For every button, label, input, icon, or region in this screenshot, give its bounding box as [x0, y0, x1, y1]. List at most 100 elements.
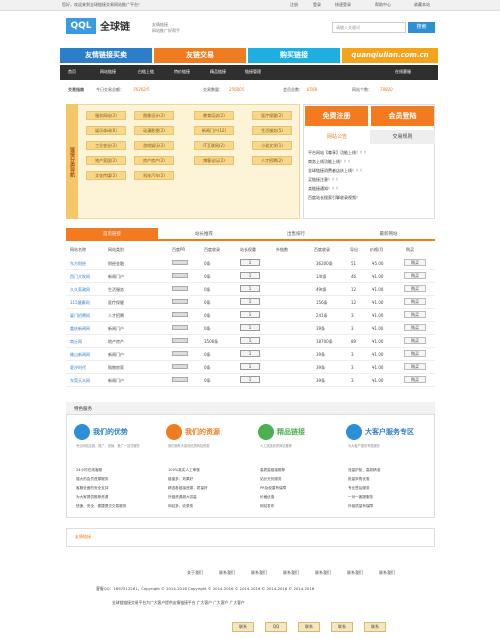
footer-link[interactable]: 联系我们 [315, 570, 331, 576]
logo-brand[interactable]: 全球链 [100, 18, 130, 33]
site-name-link[interactable]: 重庆新闻网 [70, 326, 90, 332]
footer-badge[interactable]: QQ [265, 622, 287, 632]
footer-link[interactable]: 关于我们 [187, 570, 203, 576]
announcement-item[interactable]: 平台网站【尊享】功能上线！！！ [308, 150, 432, 156]
footer-badge[interactable]: 联系 [298, 622, 320, 632]
tab-sale-rank[interactable]: 出售排行 [250, 228, 342, 241]
service-item: 为大家提供推荐资源 [76, 495, 109, 499]
login-link[interactable]: 登录 [313, 2, 321, 8]
logo-mark[interactable]: QQL [66, 18, 96, 34]
col-weight: 站长权重 [240, 247, 256, 252]
tab-newest[interactable]: 最新网站 [342, 228, 435, 241]
site-name-link[interactable]: 久久家政网 [70, 287, 90, 293]
table-row: 商丘网 地产房产 3506条 1 18700条 89 ¥1.00 购买 [66, 335, 435, 348]
search-button[interactable]: 搜索 [408, 22, 435, 33]
site-name-link[interactable]: 厦门招聘网 [70, 313, 90, 319]
banner-purchase[interactable]: 购买链接 [248, 48, 340, 63]
quick-login-link[interactable]: 快速登录 [335, 2, 351, 8]
buy-button[interactable]: 购买 [404, 337, 426, 344]
announcement-item[interactable]: 全球链接消费者店庆上线！！！ [308, 168, 432, 174]
category-tag[interactable]: 图像设计(2) [134, 111, 174, 120]
weight-badge: 1 [240, 272, 260, 279]
category-tag[interactable]: 医疗保健(2) [252, 111, 292, 120]
buy-button[interactable]: 购买 [404, 311, 426, 318]
favorite-link[interactable]: 收藏本站 [414, 2, 430, 8]
help-link[interactable]: 帮助中心 [375, 2, 391, 8]
footer-link[interactable]: 联系我们 [379, 570, 395, 576]
footer-link[interactable]: 联系我们 [251, 570, 267, 576]
nav-link-manage[interactable]: 链接管理 [245, 69, 261, 75]
category-tag[interactable]: 人才招聘(2) [252, 156, 292, 165]
announcement-item[interactable]: 百度站长搜索引擎收录视频！ [308, 195, 432, 201]
nav-online-service[interactable]: 在线客服 [395, 69, 411, 75]
service-item: 链接多，效果好 [168, 477, 194, 481]
category-tag[interactable]: 科技汽车(2) [134, 171, 174, 180]
register-link[interactable]: 注册 [290, 2, 298, 8]
category-tag[interactable]: 小说文学(1) [252, 141, 292, 150]
banner-domain[interactable]: quanqiulian.com.cn [342, 48, 438, 63]
category-tag[interactable]: IT互联网(2) [194, 141, 234, 150]
buy-button[interactable]: 购买 [404, 285, 426, 292]
banner-buy-links[interactable]: 友情链接买卖 [60, 48, 152, 63]
footer-link[interactable]: 联系我们 [347, 570, 363, 576]
announcement-item[interactable]: 商务上线功能上线！！！ [308, 159, 432, 165]
tab-recommend[interactable]: 站长推荐 [158, 228, 250, 241]
site-name-link[interactable]: 东莞天众网 [70, 378, 90, 384]
buy-button[interactable]: 购买 [404, 350, 426, 357]
footer-link[interactable]: 联系我们 [283, 570, 299, 576]
footer-badge[interactable]: 联系 [331, 622, 353, 632]
nav-premium-links[interactable]: 精品链接 [210, 69, 226, 75]
announcement-item[interactable]: 买链接注意！！！ [308, 177, 432, 183]
category-tag[interactable]: 新闻门户(12) [194, 126, 234, 135]
category-tag[interactable]: 游戏娱乐(2) [134, 141, 174, 150]
nav-special-links[interactable]: 特价链接 [174, 69, 190, 75]
stats-guide[interactable]: 交易指南 [68, 87, 84, 93]
announcement-item[interactable]: 卖链接通知！！！ [308, 186, 432, 192]
footer-badge[interactable]: 联系 [364, 622, 386, 632]
category-tag[interactable]: 服务网站(2) [86, 111, 126, 120]
footer-link[interactable]: 联系我们 [219, 570, 235, 576]
site-name-link[interactable]: 佛山新闻网 [70, 352, 90, 358]
search-input[interactable]: 请输入关键词 [332, 22, 406, 33]
pr-bar [172, 377, 188, 382]
col-price: 价格/月 [370, 247, 384, 252]
category-tag[interactable]: 博客论坛(2) [194, 156, 234, 165]
table-row: 厦门招聘网 人才招聘 0条 1 241条 3 ¥1.00 购买 [66, 309, 435, 322]
site-name-link[interactable]: 315健康网 [70, 300, 90, 306]
service-title: 大客户服务专区 [365, 428, 414, 436]
footer-badge[interactable]: 联系 [232, 622, 254, 632]
category-tag[interactable]: 娱乐休闲(6) [86, 126, 126, 135]
category-tag[interactable]: 地产家居(2) [86, 156, 126, 165]
site-name-link[interactable]: 夏汐时代 [70, 365, 86, 371]
member-login-button[interactable]: 会员登陆 [371, 106, 434, 126]
site-name-link[interactable]: 西门大吹网 [70, 274, 90, 280]
buy-button[interactable]: 购买 [404, 298, 426, 305]
welcome-text: 您好，欢迎来到全球链接交易网站推广平台！ [62, 2, 142, 7]
category-tag[interactable]: 工业农业(2) [86, 141, 126, 150]
nav-home[interactable]: 首页 [68, 69, 76, 75]
col-category: 网站类别 [108, 247, 124, 252]
site-name-link[interactable]: 商丘网 [70, 339, 82, 345]
buy-button[interactable]: 购买 [404, 259, 426, 266]
site-category: 地产房产 [108, 339, 124, 344]
banner-trade[interactable]: 友链交易 [154, 48, 246, 63]
buy-button[interactable]: 购买 [404, 324, 426, 331]
buy-button[interactable]: 购买 [404, 376, 426, 383]
tab-home-links[interactable]: 首页链接 [66, 228, 158, 241]
category-tag[interactable]: 教育培训(2) [194, 111, 234, 120]
buy-button[interactable]: 购买 [404, 272, 426, 279]
tab-trade-rules[interactable]: 交易规则 [370, 130, 435, 144]
category-tag[interactable]: 文化传媒(2) [86, 171, 126, 180]
category-tag[interactable]: 房产房产(2) [134, 156, 174, 165]
service-column: 我们的资源 我们拥有大量的优质网站资源 100%真实人工审核 链接多，效果好 精选各链接… [166, 424, 254, 514]
index-count: 0条 [204, 313, 211, 318]
buy-button[interactable]: 购买 [404, 363, 426, 370]
category-tag[interactable]: 生活服务(5) [252, 126, 292, 135]
nav-white-links[interactable]: 白链上链 [138, 69, 154, 75]
nav-site-links[interactable]: 网站链接 [100, 69, 116, 75]
tab-announcements[interactable]: 网站公告 [305, 130, 369, 144]
friend-links-label: 友情链接 [75, 534, 91, 539]
free-register-button[interactable]: 免费注册 [305, 106, 368, 126]
site-name-link[interactable]: 东方财经 [70, 261, 86, 267]
category-tag[interactable]: 动漫影视(2) [134, 126, 174, 135]
